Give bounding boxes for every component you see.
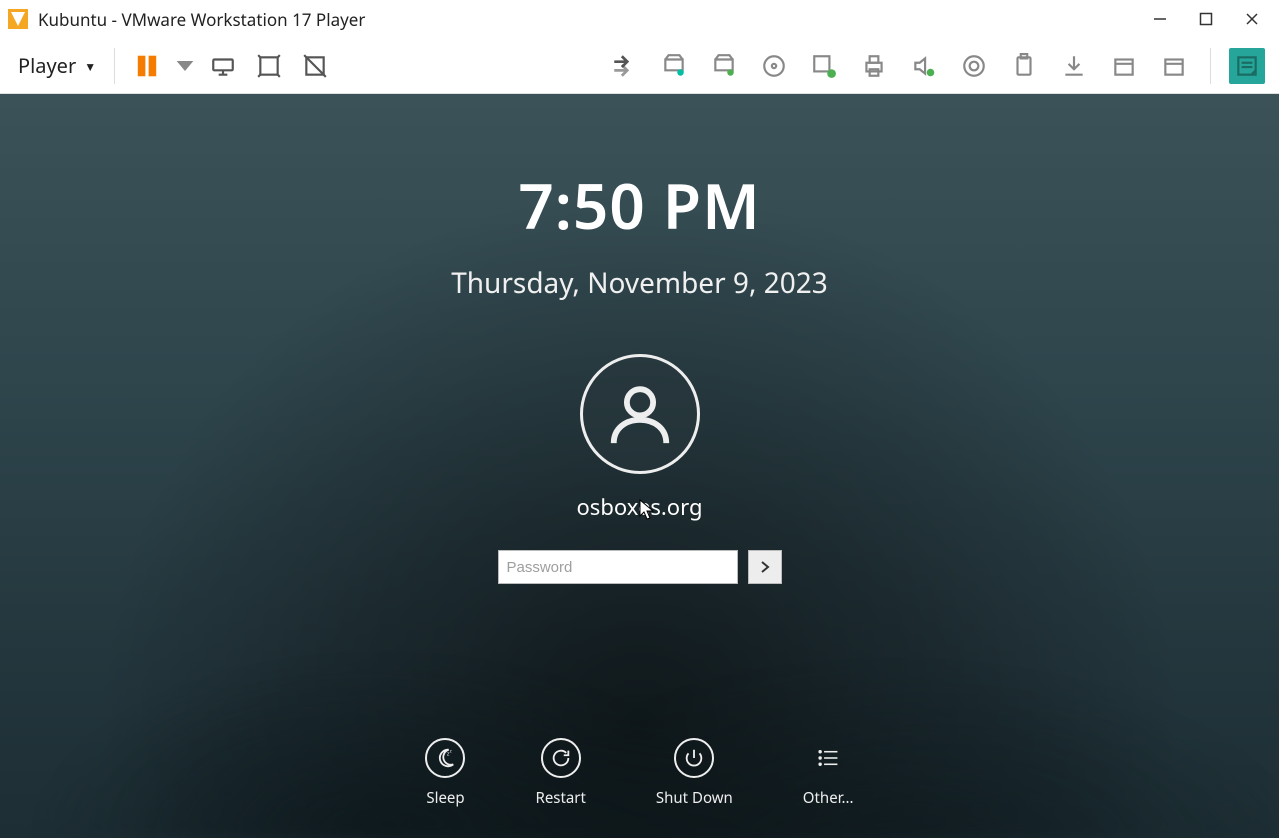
shutdown-button[interactable]: Shut Down bbox=[656, 738, 733, 808]
restart-icon bbox=[541, 738, 581, 778]
moon-icon: zz bbox=[425, 738, 465, 778]
send-ctrl-alt-del-button[interactable] bbox=[205, 48, 241, 84]
player-menu[interactable]: Player ▼ bbox=[10, 48, 104, 83]
password-input[interactable] bbox=[498, 550, 738, 584]
player-menu-label: Player bbox=[18, 52, 76, 79]
hard-disk-2-icon[interactable] bbox=[706, 48, 742, 84]
vmware-toolbar: Player ▼ bbox=[0, 38, 1279, 94]
window-title: Kubuntu - VMware Workstation 17 Player bbox=[38, 8, 365, 31]
sleep-label: Sleep bbox=[426, 788, 464, 808]
svg-text:z: z bbox=[450, 749, 452, 755]
minimize-button[interactable] bbox=[1137, 0, 1183, 38]
other-label: Other... bbox=[803, 788, 854, 808]
toolbar-separator bbox=[114, 48, 115, 84]
sound-icon[interactable] bbox=[906, 48, 942, 84]
vmware-app-icon bbox=[6, 7, 30, 31]
clock-block: 7:50 PM Thursday, November 9, 2023 bbox=[0, 164, 1279, 302]
cd-dvd-icon[interactable] bbox=[756, 48, 792, 84]
maximize-button[interactable] bbox=[1183, 0, 1229, 38]
printer-icon[interactable] bbox=[856, 48, 892, 84]
sleep-button[interactable]: zz Sleep bbox=[425, 738, 465, 808]
transfer-icon[interactable] bbox=[606, 48, 642, 84]
box-1-icon[interactable] bbox=[1106, 48, 1142, 84]
notes-button[interactable] bbox=[1229, 48, 1265, 84]
unity-mode-button[interactable] bbox=[297, 48, 333, 84]
usb-icon[interactable] bbox=[1006, 48, 1042, 84]
other-sessions-button[interactable]: Other... bbox=[803, 738, 854, 808]
camera-disc-icon[interactable] bbox=[956, 48, 992, 84]
shutdown-label: Shut Down bbox=[656, 788, 733, 808]
window-titlebar: Kubuntu - VMware Workstation 17 Player bbox=[0, 0, 1279, 38]
chevron-down-icon: ▼ bbox=[84, 56, 96, 75]
restart-label: Restart bbox=[535, 788, 585, 808]
toolbar-separator bbox=[1210, 48, 1211, 84]
power-icon bbox=[674, 738, 714, 778]
pause-vm-button[interactable] bbox=[129, 48, 165, 84]
box-2-icon[interactable] bbox=[1156, 48, 1192, 84]
guest-screen[interactable]: 7:50 PM Thursday, November 9, 2023 osbox… bbox=[0, 94, 1279, 838]
list-icon bbox=[808, 738, 848, 778]
clock-time: 7:50 PM bbox=[0, 164, 1279, 248]
username-label: osboxes.org bbox=[577, 492, 703, 522]
power-options: zz Sleep Restart Shut Down O bbox=[0, 738, 1279, 808]
restart-button[interactable]: Restart bbox=[535, 738, 585, 808]
fullscreen-button[interactable] bbox=[251, 48, 287, 84]
download-tools-icon[interactable] bbox=[1056, 48, 1092, 84]
power-dropdown[interactable] bbox=[175, 48, 195, 84]
close-button[interactable] bbox=[1229, 0, 1275, 38]
clock-date: Thursday, November 9, 2023 bbox=[0, 264, 1279, 302]
login-block: osboxes.org bbox=[0, 354, 1279, 584]
network-adapter-icon[interactable] bbox=[806, 48, 842, 84]
hard-disk-1-icon[interactable] bbox=[656, 48, 692, 84]
login-submit-button[interactable] bbox=[748, 550, 782, 584]
user-avatar[interactable] bbox=[580, 354, 700, 474]
